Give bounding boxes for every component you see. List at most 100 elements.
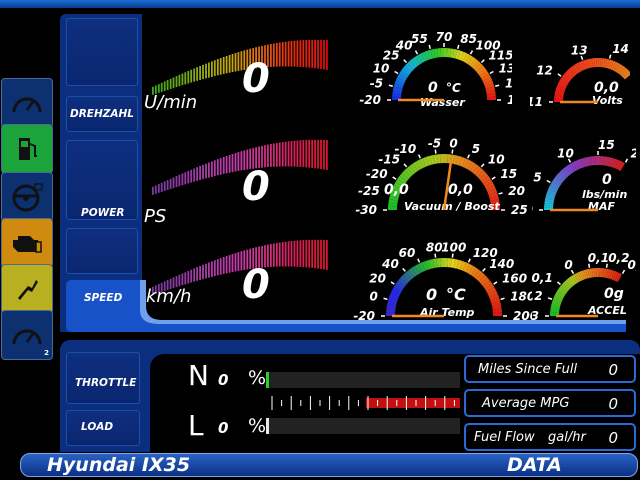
dial-tick-label: 5 [472, 142, 480, 156]
arc-bar [290, 241, 293, 267]
arc-bar [275, 143, 278, 167]
dial-tick-label: 100 [441, 241, 466, 255]
dial-tick [480, 59, 485, 64]
dial-segment [440, 154, 444, 164]
dial-tick-label: 20 [369, 272, 386, 286]
arc-bar [281, 42, 284, 67]
arc-bar [270, 44, 272, 67]
tab-load[interactable]: LOAD [66, 410, 140, 446]
arc-bar [160, 182, 163, 192]
arc-bar [190, 169, 193, 183]
arc-bar [181, 73, 184, 86]
dial-tick [467, 258, 471, 263]
arc-bar [213, 160, 216, 176]
water-temp-unit: °C [446, 81, 461, 95]
dial-tick [417, 258, 421, 263]
arc-bar [228, 55, 231, 73]
arc-bar [225, 56, 228, 74]
fuel-nozzle-button[interactable] [1, 264, 53, 314]
miles-since-full-label: Miles Since Full [478, 362, 578, 377]
dial-tick-label: -0,2 [532, 289, 543, 303]
arc-bar [163, 81, 166, 91]
rpm-unit: U/min [144, 92, 198, 113]
arc-bar [323, 239, 325, 270]
dial-tick [414, 50, 419, 55]
average-mpg-label: Average MPG [482, 396, 570, 411]
dial-tick [494, 84, 500, 88]
arc-bar [314, 39, 316, 69]
arc-bar [208, 162, 210, 178]
load-unit: % [248, 415, 267, 437]
arc-bar [169, 178, 172, 189]
dial-segment [598, 156, 601, 166]
dial-tick-label: 20 [631, 147, 637, 161]
tab-load-label: LOAD [81, 421, 114, 433]
arc-bar [199, 266, 201, 280]
throttle-letter: N [188, 359, 209, 392]
arc-bar [228, 155, 231, 173]
tab-throttle[interactable]: THROTTLE [66, 352, 140, 404]
speedometer-2-icon [12, 329, 42, 345]
dial-tick [493, 281, 498, 285]
tab-drehzahl[interactable]: DREHZAHL [66, 96, 138, 132]
dial-tick-label: -20 [359, 93, 381, 107]
arc-bar [326, 140, 328, 170]
arc-bar [287, 241, 290, 267]
dial-tick-label: 160 [507, 93, 512, 107]
speed-value: 0 [242, 262, 270, 308]
arc-bar [216, 259, 219, 276]
dial-tick-label: 130 [499, 62, 512, 76]
dial-tick [469, 50, 474, 55]
dial-tick-label: 0 [532, 203, 533, 217]
boost-value-right: 0,0 [448, 182, 473, 198]
steering-button[interactable] [1, 172, 53, 222]
arc-bar [202, 164, 204, 180]
tab-power[interactable]: POWER [66, 140, 138, 220]
dial-tick-label: 200 [513, 309, 532, 323]
speedometer-2-button[interactable]: 2 [1, 310, 53, 360]
dial-tick-label: 0,3 [628, 258, 637, 272]
air-temp-unit: °C [446, 285, 466, 304]
arc-bar [184, 172, 187, 185]
arc-bar [175, 176, 178, 188]
engine-button[interactable] [1, 218, 53, 268]
dial-tick [456, 44, 460, 50]
dial-tick [480, 163, 485, 168]
arc-bar [302, 40, 305, 68]
dial-tick-label: 60 [399, 246, 416, 260]
dial-tick [388, 84, 394, 88]
arc-bar [308, 39, 311, 68]
air-temp-value: 0 [426, 285, 437, 304]
arc-bar [272, 43, 275, 67]
fuel-button[interactable] [1, 124, 53, 174]
arc-bar [202, 264, 204, 280]
load-value: 0 [218, 419, 229, 437]
arc-bar [205, 163, 207, 179]
speedometer-button[interactable] [1, 78, 53, 128]
arc-bar [302, 140, 305, 168]
boost-dial: 0,0 0,0 Vacuum / Boost -30-25-20-15-10 -5… [355, 137, 527, 217]
fuel-flow-box: Fuel Flow gal/hr 0 [464, 423, 636, 451]
arc-bar [314, 139, 316, 169]
arc-bar [219, 158, 222, 175]
dial-tick-label: 140 [489, 257, 514, 271]
arc-bar [284, 41, 287, 67]
dial-tick-label: -0,1 [532, 271, 553, 285]
dial-tick [482, 267, 486, 272]
throttle-unit: % [248, 367, 267, 389]
dial-tick [390, 281, 395, 285]
miles-since-full-box: Miles Since Full 0 [464, 355, 636, 383]
speed-unit: km/h [146, 286, 192, 307]
tab-speed-label: SPEED [84, 292, 123, 304]
dial-tick-label: 12 [536, 64, 553, 78]
arc-bar [284, 241, 287, 267]
arc-bar [323, 39, 325, 70]
boost-label: Vacuum / Boost [404, 200, 500, 213]
dial-segment [444, 48, 448, 58]
dial-tick-label: 11 [530, 95, 543, 109]
arc-bar [275, 43, 278, 67]
arc-bar [234, 53, 237, 72]
arc-bar [272, 243, 275, 267]
average-mpg-box: Average MPG 0 [464, 389, 636, 417]
dial-tick-label: 20 [508, 184, 525, 198]
